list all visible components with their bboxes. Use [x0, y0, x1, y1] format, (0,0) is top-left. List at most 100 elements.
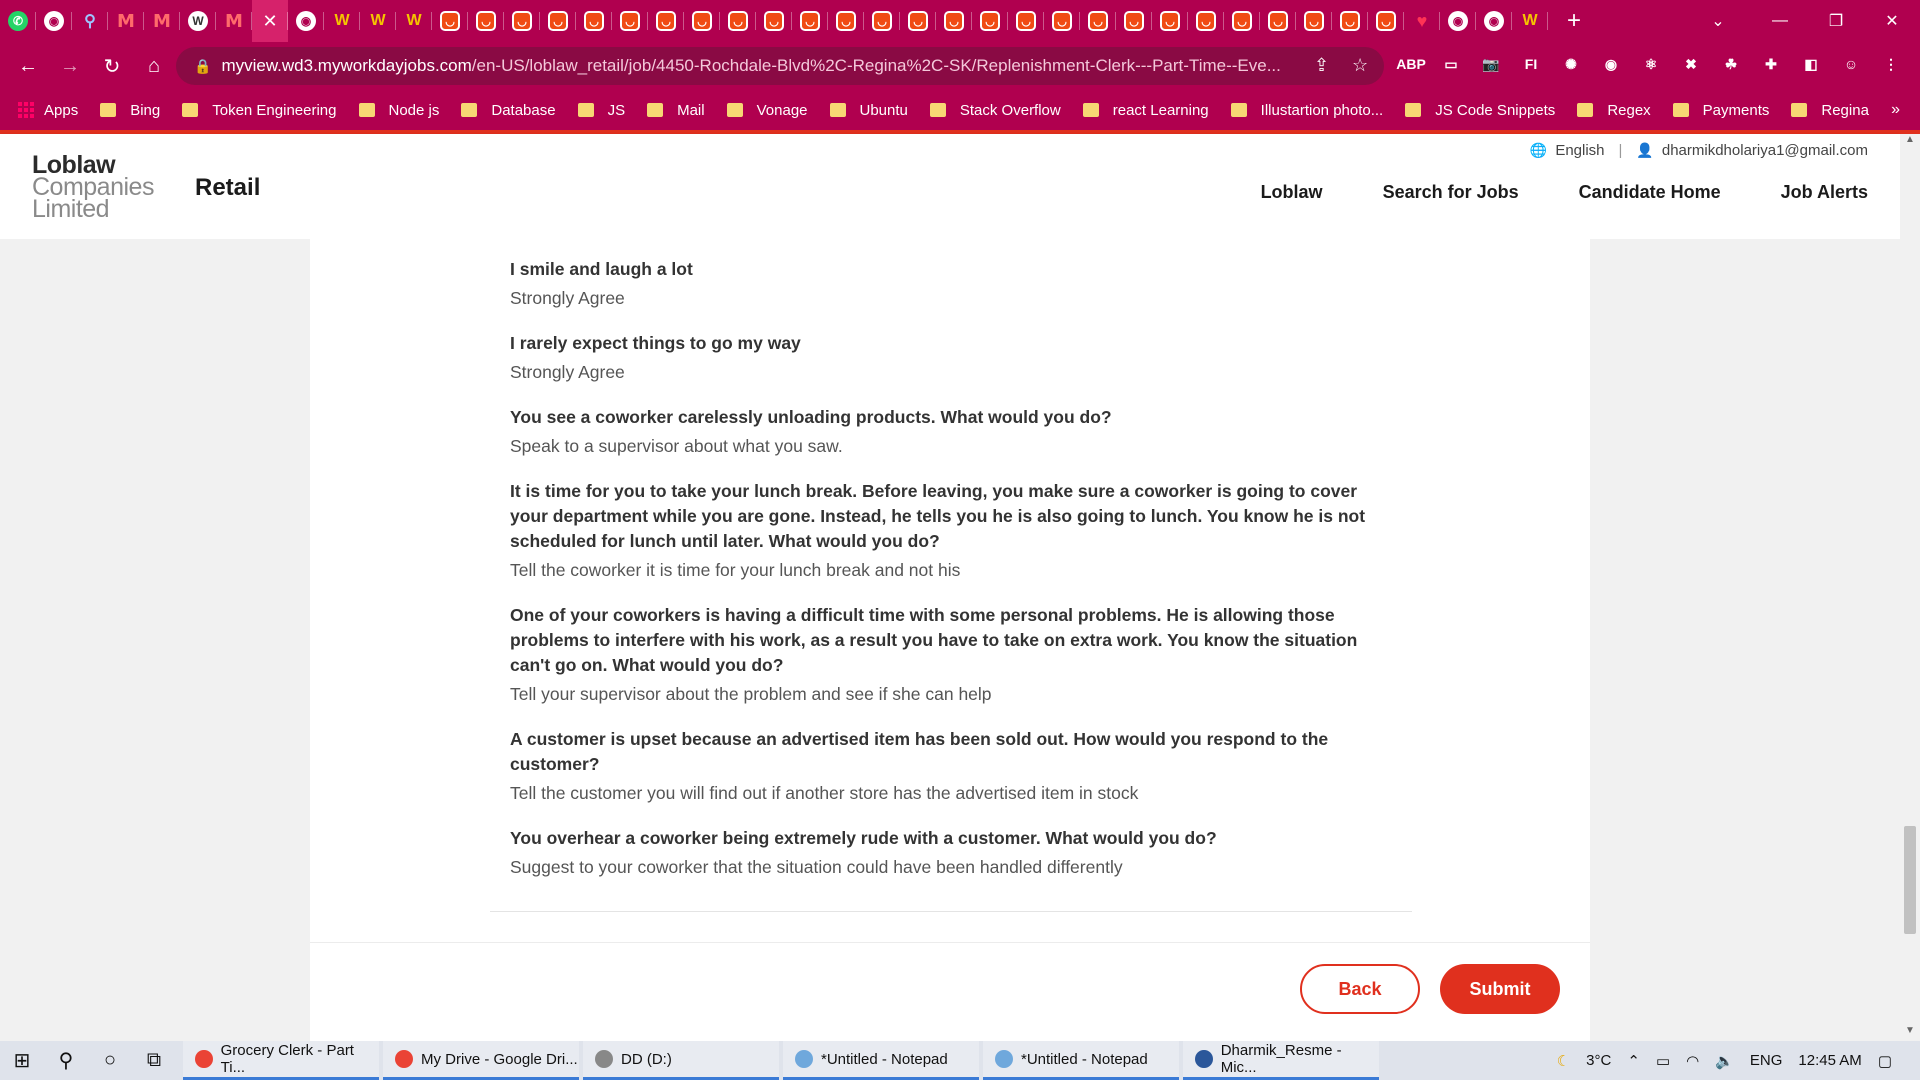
- bookmark-item[interactable]: JS Code Snippets: [1405, 102, 1555, 119]
- share-icon[interactable]: ⇪: [1314, 55, 1329, 76]
- wifi-icon[interactable]: ◠: [1686, 1052, 1699, 1070]
- browser-tab[interactable]: ◡: [1044, 0, 1080, 42]
- url-text[interactable]: myview.wd3.myworkdayjobs.com/en-US/lobla…: [221, 56, 1301, 76]
- back-arrow-icon[interactable]: ←: [8, 46, 48, 86]
- browser-tab[interactable]: ✕: [252, 0, 288, 42]
- nav-candidate-home[interactable]: Candidate Home: [1579, 182, 1721, 203]
- browser-tab[interactable]: W: [396, 0, 432, 42]
- minimize-button[interactable]: —: [1752, 0, 1808, 42]
- scrollbar-thumb[interactable]: [1904, 826, 1916, 934]
- notification-icon[interactable]: ▢: [1878, 1052, 1892, 1070]
- browser-tab[interactable]: ◡: [972, 0, 1008, 42]
- nav-search-for-jobs[interactable]: Search for Jobs: [1383, 182, 1519, 203]
- cortana-icon[interactable]: ○: [88, 1041, 132, 1080]
- browser-tab[interactable]: ◡: [936, 0, 972, 42]
- bookmark-item[interactable]: Vonage: [726, 102, 808, 119]
- battery-icon[interactable]: ▭: [1656, 1052, 1670, 1070]
- browser-tab[interactable]: ◡: [1152, 0, 1188, 42]
- puzzle-icon[interactable]: ✚: [1758, 51, 1784, 77]
- browser-tab[interactable]: ◡: [1188, 0, 1224, 42]
- bookmark-item[interactable]: react Learning: [1082, 102, 1209, 119]
- browser-tab[interactable]: M: [216, 0, 252, 42]
- browser-tab[interactable]: ◡: [648, 0, 684, 42]
- more-bookmarks-icon[interactable]: »: [1891, 101, 1900, 119]
- search-icon[interactable]: ⚲: [44, 1041, 88, 1080]
- bookmark-apps[interactable]: Apps: [18, 102, 78, 119]
- chevron-up-icon[interactable]: ⌃: [1627, 1052, 1640, 1070]
- browser-tab[interactable]: ◡: [1116, 0, 1152, 42]
- restore-button[interactable]: ❐: [1808, 0, 1864, 42]
- browser-tab[interactable]: ⚲: [72, 0, 108, 42]
- browser-tab[interactable]: ◡: [1224, 0, 1260, 42]
- bookmark-item[interactable]: Regina: [1791, 102, 1869, 119]
- scroll-up-icon[interactable]: ▲: [1900, 134, 1920, 150]
- browser-tab[interactable]: M: [108, 0, 144, 42]
- taskbar-task[interactable]: Grocery Clerk - Part Ti...: [183, 1041, 379, 1080]
- task-view-icon[interactable]: ⧉: [132, 1041, 176, 1080]
- leaf-icon[interactable]: ☘: [1718, 51, 1744, 77]
- tab-search-icon[interactable]: ⌄: [1690, 0, 1746, 42]
- browser-tab[interactable]: M: [144, 0, 180, 42]
- bookmark-item[interactable]: Mail: [647, 102, 705, 119]
- browser-tab[interactable]: ✆: [0, 0, 36, 42]
- browser-tab[interactable]: W: [180, 0, 216, 42]
- bookmark-item[interactable]: Database: [461, 102, 556, 119]
- bookmark-item[interactable]: Illustartion photo...: [1230, 102, 1383, 119]
- bookmark-item[interactable]: Node js: [358, 102, 439, 119]
- language-selector[interactable]: English: [1555, 142, 1604, 159]
- address-bar[interactable]: 🔒 myview.wd3.myworkdayjobs.com/en-US/lob…: [176, 47, 1384, 85]
- cast-icon[interactable]: ▭: [1438, 51, 1464, 77]
- extension-icon[interactable]: ◉: [1598, 51, 1624, 77]
- taskbar-task[interactable]: *Untitled - Notepad: [983, 1041, 1179, 1080]
- browser-tab[interactable]: W: [324, 0, 360, 42]
- menu-icon[interactable]: ⋮: [1878, 51, 1904, 77]
- browser-tab[interactable]: ◡: [1368, 0, 1404, 42]
- avatar[interactable]: ☺: [1838, 51, 1864, 77]
- browser-tab[interactable]: ◡: [1332, 0, 1368, 42]
- browser-tab[interactable]: ◡: [900, 0, 936, 42]
- clock[interactable]: 12:45 AM: [1798, 1052, 1861, 1069]
- bookmark-item[interactable]: Stack Overflow: [929, 102, 1061, 119]
- home-icon[interactable]: ⌂: [134, 46, 174, 86]
- loblaw-logo[interactable]: Loblaw Companies Limited: [32, 153, 154, 222]
- bookmark-item[interactable]: Ubuntu: [829, 102, 908, 119]
- browser-tab[interactable]: ◉: [36, 0, 72, 42]
- bookmark-item[interactable]: Token Engineering: [182, 102, 337, 119]
- browser-tab[interactable]: ◡: [1260, 0, 1296, 42]
- bookmark-item[interactable]: JS: [577, 102, 625, 119]
- browser-tab[interactable]: ◡: [576, 0, 612, 42]
- nav-loblaw[interactable]: Loblaw: [1261, 182, 1323, 203]
- taskbar-task[interactable]: *Untitled - Notepad: [783, 1041, 979, 1080]
- bookmark-star-icon[interactable]: ☆: [1352, 55, 1368, 76]
- windows-start-icon[interactable]: ⊞: [0, 1041, 44, 1080]
- browser-tab[interactable]: ◡: [792, 0, 828, 42]
- camera-icon[interactable]: 📷: [1478, 51, 1504, 77]
- browser-tab[interactable]: ◡: [504, 0, 540, 42]
- browser-tab[interactable]: ◡: [540, 0, 576, 42]
- browser-tab[interactable]: ◡: [1080, 0, 1116, 42]
- adblock-icon[interactable]: ABP: [1396, 51, 1426, 77]
- user-email[interactable]: dharmikdholariya1@gmail.com: [1662, 142, 1868, 159]
- taskbar-task[interactable]: Dharmik_Resme - Mic...: [1183, 1041, 1379, 1080]
- browser-tab[interactable]: ◡: [468, 0, 504, 42]
- bookmark-item[interactable]: Payments: [1672, 102, 1769, 119]
- page-scrollbar[interactable]: ▲ ▼: [1900, 134, 1920, 1041]
- browser-tab[interactable]: W: [360, 0, 396, 42]
- browser-tab[interactable]: ◡: [1296, 0, 1332, 42]
- weather-temp[interactable]: 3°C: [1586, 1052, 1611, 1069]
- browser-tab[interactable]: ◡: [720, 0, 756, 42]
- browser-tab[interactable]: ♥: [1404, 0, 1440, 42]
- new-tab-button[interactable]: +: [1556, 7, 1592, 35]
- browser-tab[interactable]: ◉: [1440, 0, 1476, 42]
- input-language[interactable]: ENG: [1750, 1052, 1783, 1069]
- scroll-down-icon[interactable]: ▼: [1900, 1025, 1920, 1041]
- nav-job-alerts[interactable]: Job Alerts: [1781, 182, 1868, 203]
- bookmark-item[interactable]: Bing: [100, 102, 160, 119]
- sidebar-icon[interactable]: ◧: [1798, 51, 1824, 77]
- browser-tab[interactable]: ◡: [864, 0, 900, 42]
- x-icon[interactable]: ✖: [1678, 51, 1704, 77]
- browser-tab[interactable]: ◡: [684, 0, 720, 42]
- color-icon[interactable]: ✺: [1558, 51, 1584, 77]
- taskbar-task[interactable]: My Drive - Google Dri...: [383, 1041, 579, 1080]
- volume-icon[interactable]: 🔈: [1715, 1052, 1734, 1070]
